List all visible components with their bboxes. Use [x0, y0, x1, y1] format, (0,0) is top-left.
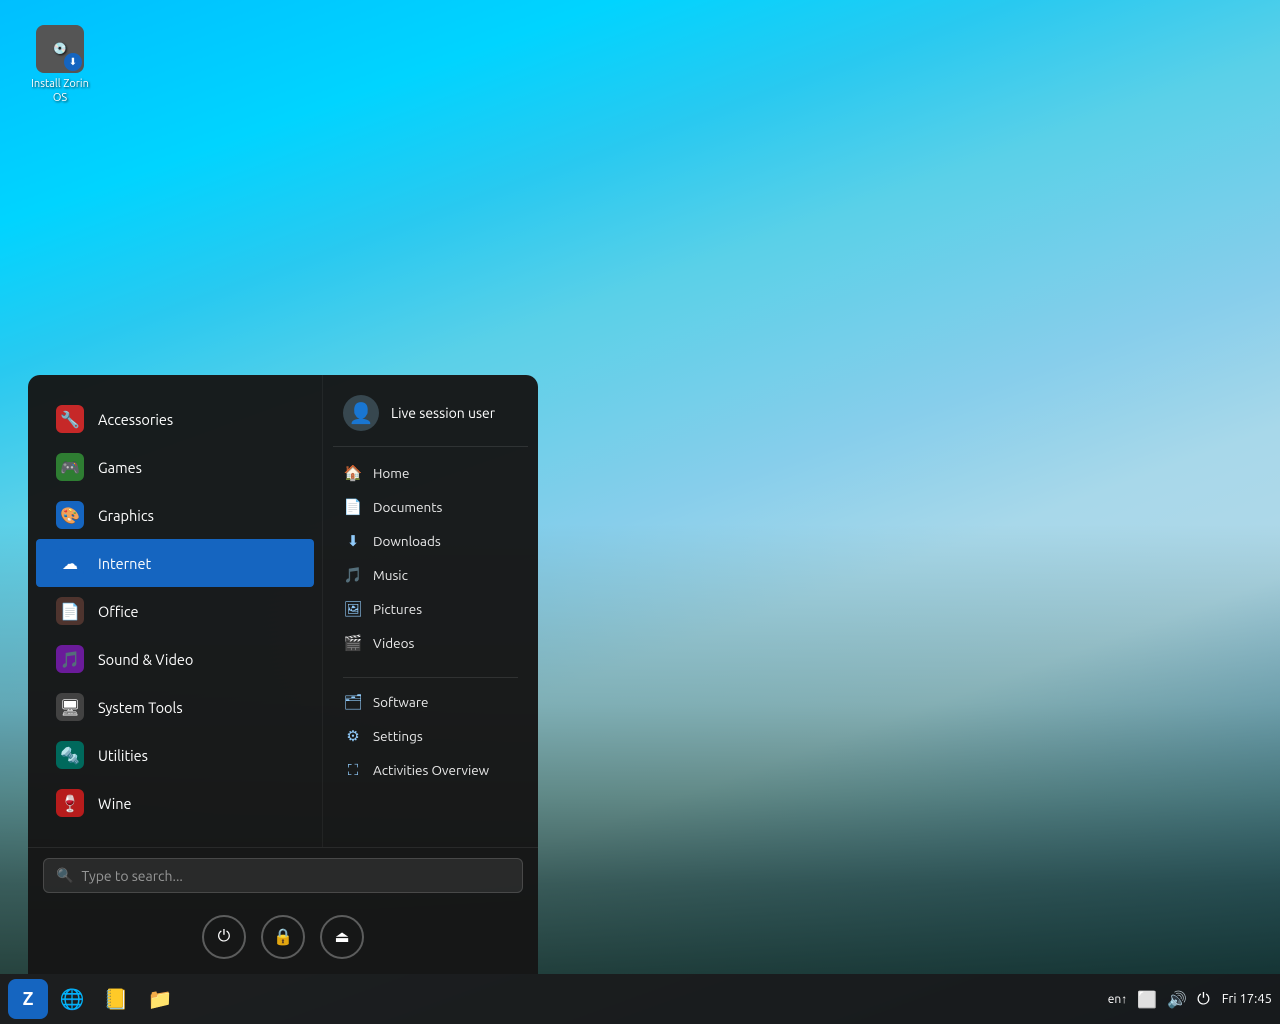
taskbar-notes[interactable]: 📒 [96, 979, 136, 1019]
user-name: Live session user [391, 405, 495, 421]
internet-label: Internet [98, 555, 151, 572]
taskbar-apps: Z 🌐 📒 📁 [8, 979, 180, 1019]
desktop: 💿 ⬇ Install Zorin OS 🔧 Accessories 🎮 Games 🎨… [0, 0, 1280, 1024]
graphics-label: Graphics [98, 507, 154, 524]
office-icon: 📄 [56, 597, 84, 625]
install-zorin-icon[interactable]: 💿 ⬇ Install Zorin OS [20, 20, 100, 111]
graphics-icon: 🎨 [56, 501, 84, 529]
menu-category-office[interactable]: 📄 Office [36, 587, 314, 635]
menu-category-accessories[interactable]: 🔧 Accessories [36, 395, 314, 443]
accessories-label: Accessories [98, 411, 173, 428]
utilities-icon: 🔩 [56, 741, 84, 769]
home-icon: 🏠 [343, 464, 363, 482]
downloads-label: Downloads [373, 533, 441, 549]
divider-1 [343, 677, 518, 678]
activities-icon: ⛶ [343, 761, 363, 779]
settings-icon: ⚙ [343, 727, 363, 745]
datetime-display: Fri 17:45 [1222, 992, 1272, 1006]
system-tray: en↑ ⬜ 🔊 ⏻ [1108, 990, 1210, 1009]
menu-category-internet[interactable]: ☁ Internet [36, 539, 314, 587]
taskbar-system-area: en↑ ⬜ 🔊 ⏻ Fri 17:45 [1108, 990, 1272, 1009]
taskbar: Z 🌐 📒 📁 en↑ ⬜ 🔊 ⏻ Fri 17:45 [0, 974, 1280, 1024]
logout-button[interactable]: ⏏ [320, 915, 364, 959]
music-label: Music [373, 567, 408, 583]
display-icon[interactable]: ⬜ [1137, 990, 1157, 1009]
system-software[interactable]: 🗂 Software [333, 686, 528, 718]
sound-video-icon: 🎵 [56, 645, 84, 673]
menu-category-games[interactable]: 🎮 Games [36, 443, 314, 491]
documents-label: Documents [373, 499, 442, 515]
place-music[interactable]: 🎵 Music [333, 559, 528, 591]
menu-right-panel: 👤 Live session user 🏠 Home 📄 Documents ⬇ Down… [323, 375, 538, 847]
system-actions: 🗂 Software ⚙ Settings ⛶ Activities Overview [333, 686, 528, 786]
menu-category-graphics[interactable]: 🎨 Graphics [36, 491, 314, 539]
software-label: Software [373, 694, 428, 710]
pictures-icon: 🖼 [343, 600, 363, 618]
music-icon: 🎵 [343, 566, 363, 584]
menu-category-system-tools[interactable]: 🖥 System Tools [36, 683, 314, 731]
place-videos[interactable]: 🎬 Videos [333, 627, 528, 659]
place-documents[interactable]: 📄 Documents [333, 491, 528, 523]
menu-search-area: 🔍 [28, 847, 538, 905]
menu-category-sound-video[interactable]: 🎵 Sound & Video [36, 635, 314, 683]
power-buttons-row: ⏻ 🔒 ⏏ [28, 905, 538, 974]
activities-label: Activities Overview [373, 762, 489, 778]
software-icon: 🗂 [343, 693, 363, 711]
menu-category-utilities[interactable]: 🔩 Utilities [36, 731, 314, 779]
system-activities[interactable]: ⛶ Activities Overview [333, 754, 528, 786]
menu-categories: 🔧 Accessories 🎮 Games 🎨 Graphics ☁ Internet 📄 Off… [28, 375, 323, 847]
system-tools-label: System Tools [98, 699, 183, 716]
places-list: 🏠 Home 📄 Documents ⬇ Downloads 🎵 Music 🖼 Pictures… [333, 457, 528, 659]
lock-button[interactable]: 🔒 [261, 915, 305, 959]
user-section: 👤 Live session user [333, 390, 528, 447]
power-status-icon[interactable]: ⏻ [1197, 990, 1210, 1009]
accessories-icon: 🔧 [56, 405, 84, 433]
downloads-icon: ⬇ [343, 532, 363, 550]
volume-icon[interactable]: 🔊 [1167, 990, 1187, 1009]
settings-label: Settings [373, 728, 423, 744]
pictures-label: Pictures [373, 601, 422, 617]
office-label: Office [98, 603, 139, 620]
install-zorin-label-line2: OS [25, 91, 95, 105]
utilities-label: Utilities [98, 747, 148, 764]
wine-label: Wine [98, 795, 132, 812]
place-home[interactable]: 🏠 Home [333, 457, 528, 489]
search-wrapper[interactable]: 🔍 [43, 858, 523, 893]
place-downloads[interactable]: ⬇ Downloads [333, 525, 528, 557]
system-settings[interactable]: ⚙ Settings [333, 720, 528, 752]
menu-category-wine[interactable]: 🍷 Wine [36, 779, 314, 827]
wine-icon: 🍷 [56, 789, 84, 817]
games-icon: 🎮 [56, 453, 84, 481]
user-avatar: 👤 [343, 395, 379, 431]
search-icon: 🔍 [56, 867, 73, 884]
videos-icon: 🎬 [343, 634, 363, 652]
application-menu: 🔧 Accessories 🎮 Games 🎨 Graphics ☁ Internet 📄 Off… [28, 375, 538, 974]
taskbar-zorin-button[interactable]: Z [8, 979, 48, 1019]
home-label: Home [373, 465, 409, 481]
internet-icon: ☁ [56, 549, 84, 577]
videos-label: Videos [373, 635, 414, 651]
documents-icon: 📄 [343, 498, 363, 516]
language-indicator[interactable]: en↑ [1108, 992, 1127, 1006]
games-label: Games [98, 459, 142, 476]
sound-video-label: Sound & Video [98, 651, 193, 668]
zorin-logo: Z [23, 989, 34, 1009]
taskbar-browser[interactable]: 🌐 [52, 979, 92, 1019]
taskbar-files[interactable]: 📁 [140, 979, 180, 1019]
system-tools-icon: 🖥 [56, 693, 84, 721]
power-button[interactable]: ⏻ [202, 915, 246, 959]
install-zorin-label-line1: Install Zorin [25, 77, 95, 91]
search-input[interactable] [81, 868, 510, 884]
place-pictures[interactable]: 🖼 Pictures [333, 593, 528, 625]
